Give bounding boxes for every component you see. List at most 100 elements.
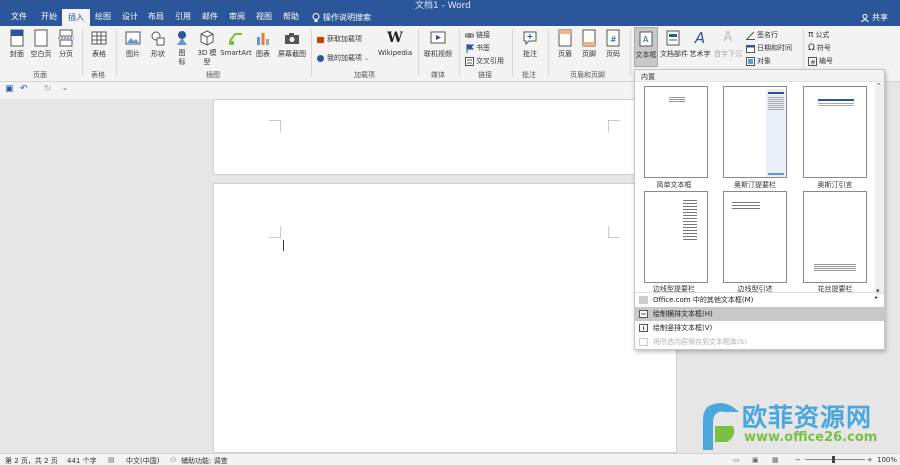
header-button[interactable]: 页眉 [554,29,576,59]
cube-icon [200,30,214,46]
cover-page-button[interactable]: 封面 [6,29,28,59]
svg-text:#: # [810,58,816,66]
3d-models-button[interactable]: 3D 模型 [194,29,220,67]
blank-page-label: 空白页 [30,50,52,58]
zoom-level[interactable]: 100% [877,456,897,464]
thumbnail-sideline-sidebar[interactable] [644,191,708,283]
drop-cap-button[interactable]: A 首字下沉 [714,29,742,59]
tab-file[interactable]: 文件 [5,8,33,26]
page-number-button[interactable]: # 页码 [602,29,624,59]
redo-icon[interactable]: ↻ [44,84,52,94]
online-video-label: 联机视频 [424,50,452,58]
thumbnail-filigree-sidebar[interactable] [803,191,867,283]
language-indicator[interactable]: 中文(中国) [126,456,159,465]
tab-design[interactable]: 设计 [116,8,144,26]
tab-layout[interactable]: 布局 [142,8,170,26]
bookmark-icon [466,43,474,53]
tell-me-search[interactable]: 操作说明搜索 [306,8,377,26]
link-button[interactable]: 链接 [465,30,490,40]
bookmark-button[interactable]: 书签 [465,43,490,53]
quick-parts-icon [666,30,680,46]
comment-button[interactable]: 批注 [518,29,542,59]
wordart-button[interactable]: A 艺术字 [688,29,712,59]
tab-references[interactable]: 引用 [169,8,197,26]
header-label: 页眉 [558,50,572,58]
ribbon-separator [82,29,83,77]
text-box-button[interactable]: A 文本框 [634,27,658,67]
web-layout-icon[interactable]: ▦ [772,456,779,464]
signature-line-button[interactable]: 签名行 [746,30,778,40]
blank-page-button[interactable]: 空白页 [30,29,52,59]
save-icon[interactable]: ▣ [5,84,14,94]
tab-mailings[interactable]: 邮件 [196,8,224,26]
office-icon [639,296,648,304]
draw-horizontal-text-box-menu-item[interactable]: 绘制横排文本框(H) [635,307,884,321]
symbol-button[interactable]: Ω 符号 [808,43,831,53]
number-button[interactable]: # 编号 [808,56,833,66]
page-break-button[interactable]: 分页 [56,29,76,59]
smartart-button[interactable]: SmartArt [220,29,252,57]
link-label: 链接 [476,31,490,39]
tab-review[interactable]: 审阅 [223,8,251,26]
share-button[interactable]: 共享 [861,12,888,23]
page-2[interactable] [213,183,677,453]
cross-reference-label: 交叉引用 [476,57,504,65]
more-text-boxes-office-menu-item[interactable]: Office.com 中的其他文本框(M) ▸ [635,293,884,307]
video-icon [430,31,446,44]
tab-help[interactable]: 帮助 [277,8,305,26]
wordart-icon: A [694,29,706,47]
zoom-slider-handle[interactable] [832,456,835,463]
footer-button[interactable]: 页脚 [578,29,600,59]
thumbnail-sideline-quote[interactable] [723,191,787,283]
shapes-button[interactable]: 形状 [147,29,169,59]
get-addins-button[interactable]: 获取加载项 [316,34,362,44]
zoom-out-icon[interactable]: − [795,456,801,464]
screenshot-button[interactable]: 屏幕截图 [276,29,308,59]
tab-view[interactable]: 视图 [250,8,278,26]
page-count[interactable]: 第 2 页，共 2 页 [5,456,58,465]
thumbnail-austin-sidebar[interactable] [723,86,787,178]
zoom-slider[interactable] [805,459,865,460]
group-label-media: 媒体 [431,71,445,79]
tab-insert[interactable]: 插入 [62,9,90,26]
pictures-button[interactable]: 图片 [122,29,144,59]
tab-home[interactable]: 开始 [35,8,63,26]
calendar-icon [746,44,755,53]
page-1[interactable] [213,99,677,175]
draw-vertical-text-box-menu-item[interactable]: 绘制竖排文本框(V) [635,321,884,335]
ribbon-separator [512,29,513,77]
undo-icon[interactable]: ↶ [20,84,28,94]
chart-button[interactable]: 图表 [254,29,272,59]
menu-item-label: 绘制竖排文本框(V) [653,324,713,332]
table-button[interactable]: 表格 [89,29,109,59]
save-selection-to-gallery-menu-item[interactable]: 将所选内容保存到文本框库(S) [635,335,884,349]
date-time-button[interactable]: 日期和时间 [746,43,792,53]
number-icon: # [808,56,817,66]
gallery-scrollbar[interactable]: ⌃ ▾ [875,82,884,295]
tab-draw[interactable]: 绘图 [89,8,117,26]
svg-text:#: # [610,35,617,44]
wikipedia-button[interactable]: W Wikipedia [378,29,412,57]
word-count[interactable]: 441 个字 [67,456,97,465]
print-layout-icon[interactable]: ▣ [752,456,759,464]
gallery-section-header: 内置 [635,70,884,82]
zoom-in-icon[interactable]: + [867,456,873,464]
thumbnail-austin-quote[interactable] [803,86,867,178]
my-addins-button[interactable]: 我的加载项 ⌄ [316,53,369,63]
thumbnail-simple-text-box[interactable] [644,86,708,178]
proofing-icon[interactable]: ▤ [108,456,115,464]
cross-reference-button[interactable]: 交叉引用 [465,56,504,66]
read-mode-icon[interactable]: ▭ [733,456,740,464]
accessibility-status[interactable]: 辅助功能: 调查 [181,456,228,465]
online-video-button[interactable]: 联机视频 [423,29,453,59]
customize-qat-icon[interactable]: ⌄ [62,84,68,92]
wikipedia-icon: W [387,30,403,46]
person-icon [861,13,869,22]
equation-button[interactable]: π 公式 [808,30,829,40]
icons-button[interactable]: 图标 [173,29,191,67]
table-label: 表格 [92,50,106,58]
quick-parts-button[interactable]: 文档部件 [660,29,688,59]
object-button[interactable]: 对象 [746,56,771,66]
camera-icon [285,33,299,44]
scroll-up-icon[interactable]: ⌃ [876,82,882,90]
